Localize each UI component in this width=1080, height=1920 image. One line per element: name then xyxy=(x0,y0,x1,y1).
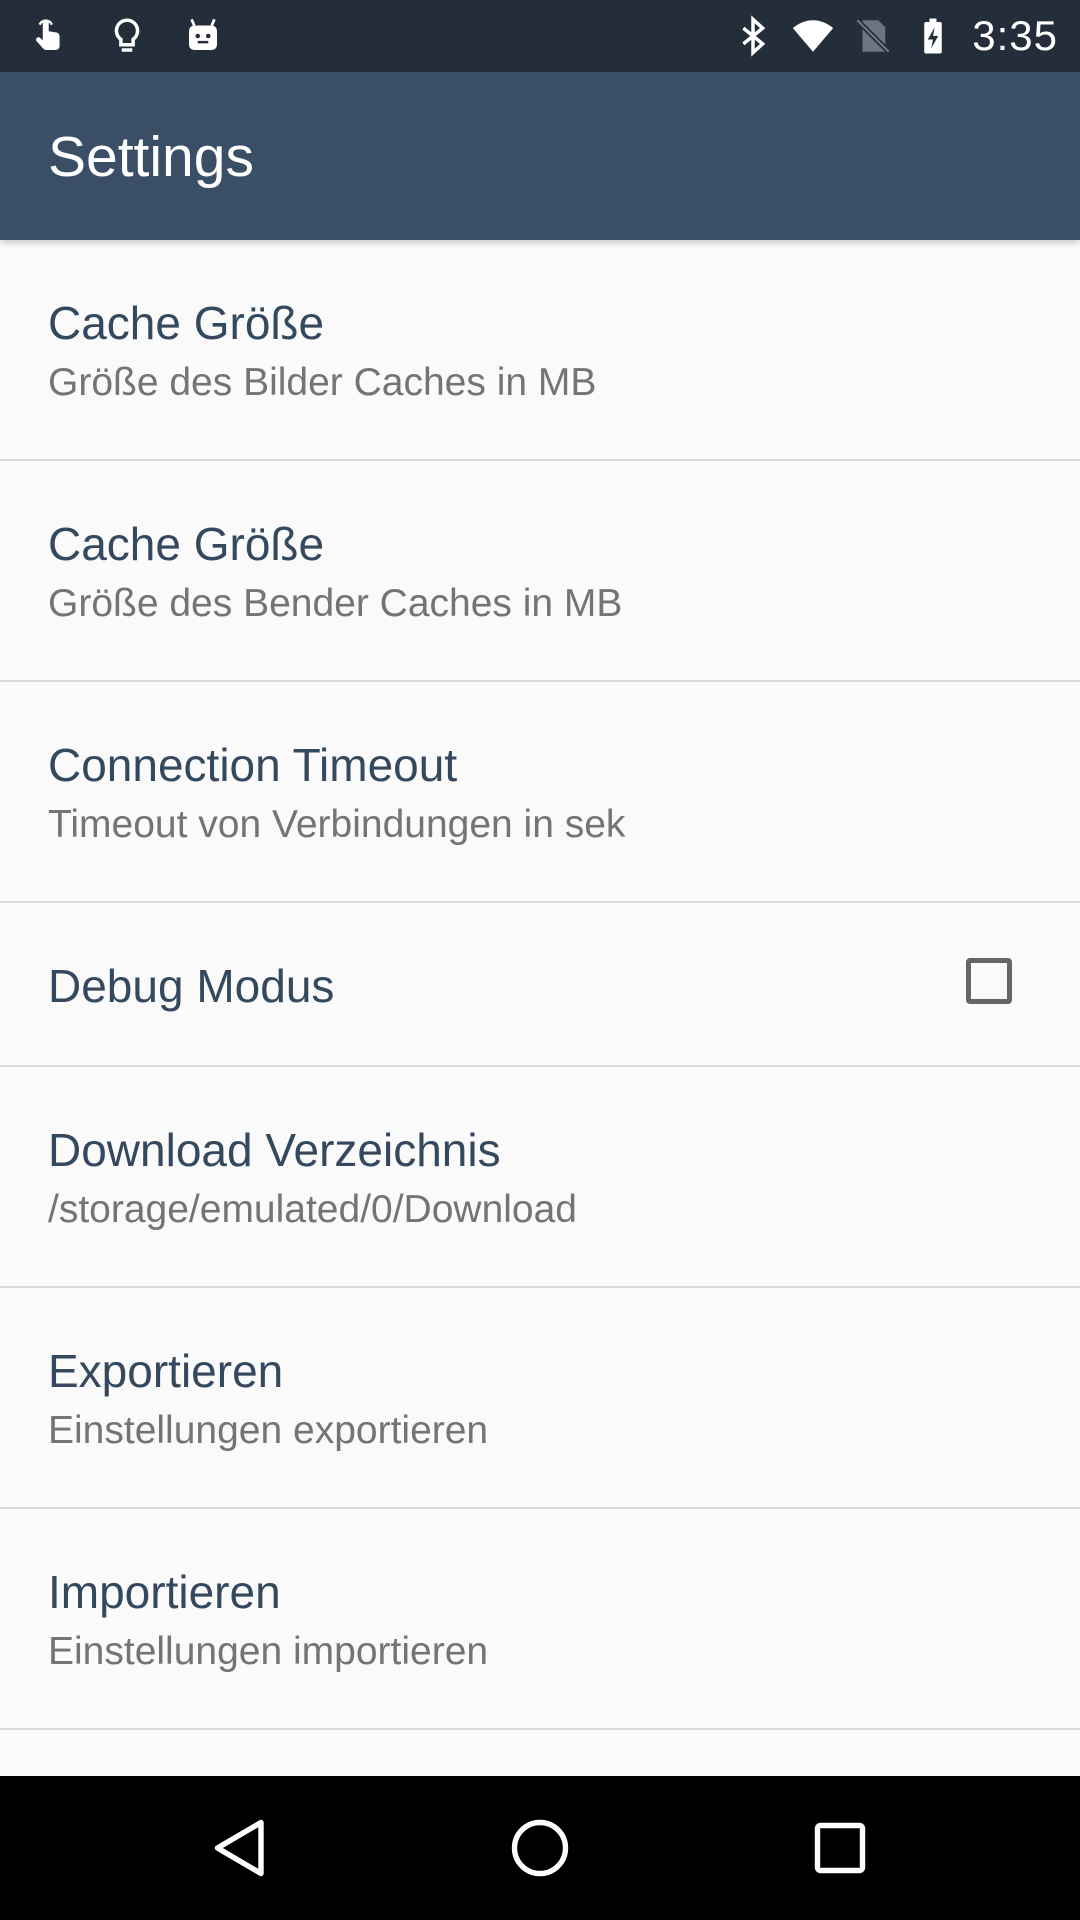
bluetooth-icon xyxy=(742,15,766,57)
battery-charging-icon xyxy=(924,18,942,54)
pref-debug-mode[interactable]: Debug Modus xyxy=(0,903,1080,1067)
pref-summary: Einstellungen exportieren xyxy=(48,1409,489,1452)
no-sim-icon xyxy=(855,18,891,54)
recents-icon[interactable] xyxy=(804,1812,876,1884)
pref-summary: Größe des Bilder Caches in MB xyxy=(48,361,597,404)
pref-connection-timeout[interactable]: Connection Timeout Timeout von Verbindun… xyxy=(0,682,1080,903)
clock: 3:35 xyxy=(972,12,1058,59)
pref-import[interactable]: Importieren Einstellungen importieren xyxy=(0,1509,1080,1730)
debug-mode-checkbox[interactable] xyxy=(966,958,1012,1004)
pref-title: Cache Größe xyxy=(48,297,325,349)
notification-icons xyxy=(30,10,224,62)
pref-title: Connection Timeout xyxy=(48,739,458,791)
lightbulb-icon xyxy=(114,18,140,52)
pref-summary: Größe des Bender Caches in MB xyxy=(48,582,623,625)
pref-summary: /storage/emulated/0/Download xyxy=(48,1188,577,1231)
pref-title: Cache Größe xyxy=(48,518,325,570)
pref-image-cache-size[interactable]: Cache Größe Größe des Bilder Caches in M… xyxy=(0,240,1080,461)
pref-title: Importieren xyxy=(48,1566,281,1618)
settings-screen: 3:35 Settings Cache Größe Größe des Bild… xyxy=(0,0,1080,1920)
status-bar: 3:35 xyxy=(0,0,1080,72)
pref-download-directory[interactable]: Download Verzeichnis /storage/emulated/0… xyxy=(0,1067,1080,1288)
touch-hand-icon xyxy=(36,19,60,50)
page-title: Settings xyxy=(48,125,254,189)
android-robot-icon xyxy=(189,18,217,50)
navigation-bar xyxy=(0,1776,1080,1920)
wifi-icon xyxy=(793,20,834,52)
back-icon[interactable] xyxy=(204,1812,276,1884)
pref-title: Download Verzeichnis xyxy=(48,1124,501,1176)
pref-summary: Einstellungen importieren xyxy=(48,1630,489,1673)
pref-title: Debug Modus xyxy=(48,960,335,1012)
app-bar: Settings xyxy=(0,72,1080,240)
home-icon[interactable] xyxy=(504,1812,576,1884)
pref-bender-cache-size[interactable]: Cache Größe Größe des Bender Caches in M… xyxy=(0,461,1080,682)
preference-list: Cache Größe Größe des Bilder Caches in M… xyxy=(0,240,1080,1730)
system-status-icons: 3:35 xyxy=(732,10,1058,62)
pref-export[interactable]: Exportieren Einstellungen exportieren xyxy=(0,1288,1080,1509)
pref-title: Exportieren xyxy=(48,1345,284,1397)
pref-summary: Timeout von Verbindungen in sek xyxy=(48,803,626,846)
